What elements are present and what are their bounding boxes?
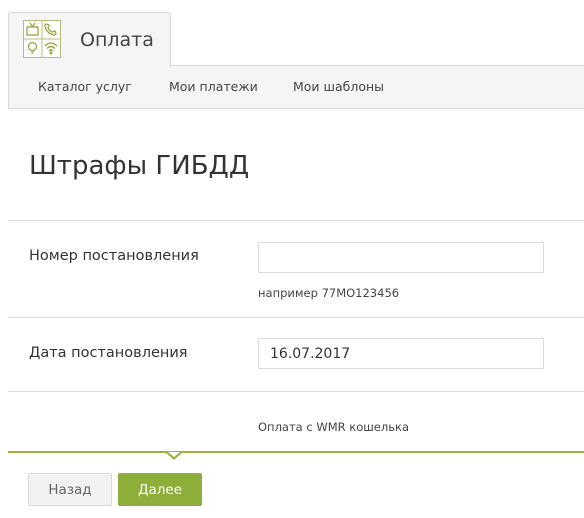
tab-title: Оплата [80,29,154,51]
divider [8,220,584,221]
resolution-date-label: Дата постановления [29,345,188,361]
back-button[interactable]: Назад [28,473,112,506]
subnav-catalog-link[interactable]: Каталог услуг [38,79,132,94]
page-title: Штрафы ГИБДД [29,151,250,181]
services-icon [23,20,61,58]
sub-navigation: Каталог услуг Мои платежи Мои шаблоны [8,65,584,109]
resolution-number-hint: например 77МО123456 [258,286,400,300]
resolution-number-label: Номер постановления [29,248,199,264]
resolution-date-input[interactable] [258,338,544,369]
tab-payment[interactable]: Оплата [8,12,171,67]
divider-pointer-inner [168,452,180,457]
payment-method-text: Оплата с WMR кошелька [258,420,409,434]
resolution-number-input[interactable] [258,242,544,273]
divider [8,391,584,392]
subnav-my-payments-link[interactable]: Мои платежи [169,79,258,94]
subnav-my-templates-link[interactable]: Мои шаблоны [293,79,384,94]
next-button[interactable]: Далее [118,473,202,506]
divider [8,317,584,318]
section-divider-accent [8,451,584,453]
top-navigation: Оплата Каталог услуг Мои платежи Мои шаб… [8,12,584,109]
